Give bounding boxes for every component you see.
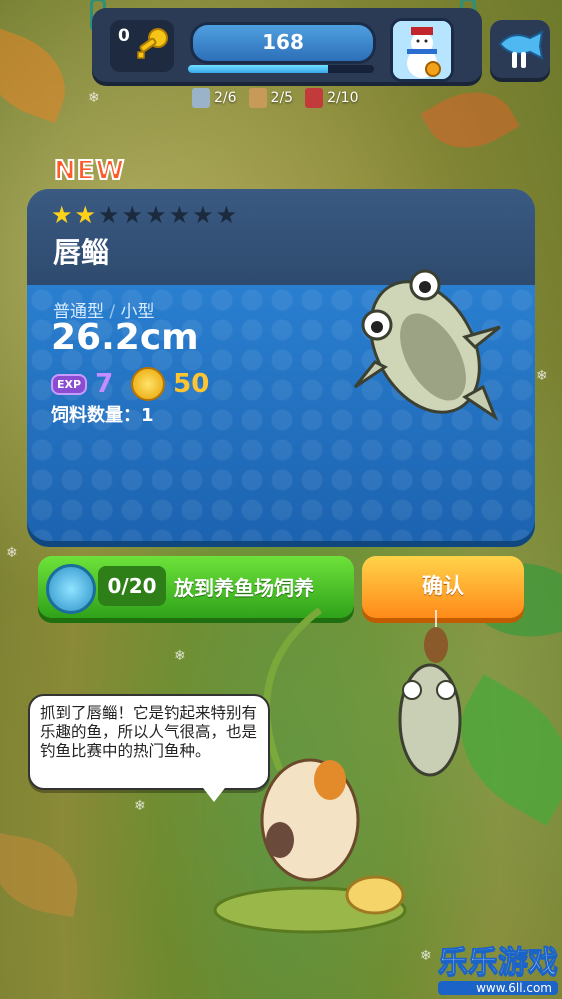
bait-bowl-icon (345, 875, 405, 915)
book-icon (305, 88, 324, 108)
scroll-icon (192, 88, 210, 108)
key-count: 0 (118, 26, 130, 46)
snowflake-icon: ❄ (134, 798, 146, 814)
watermark: 乐乐游戏 www.6ll.com (438, 937, 559, 995)
main-value-bar: 168 (190, 22, 376, 64)
speech-text: 抓到了唇鲻！它是钓起来特别有乐趣的鱼，所以人气很高，也是钓鱼比赛中的热门鱼种。 (40, 704, 258, 760)
map-icon (248, 88, 267, 108)
star-empty-icon: ★ (192, 201, 214, 229)
reward-row: EXP 7 50 (51, 367, 209, 401)
quest-map[interactable]: 2/5 (248, 88, 294, 108)
rarity-stars: ★ ★ ★ ★ ★ ★ ★ ★ (51, 203, 237, 227)
star-empty-icon: ★ (121, 201, 144, 229)
star-empty-icon: ★ (168, 201, 191, 229)
quest-counters: 2/6 2/5 2/10 (192, 88, 359, 108)
quest-value: 2/5 (270, 90, 294, 106)
feed-count: 饲料数量：1 (51, 405, 154, 426)
fishing-rod-icon (263, 607, 323, 772)
star-empty-icon: ★ (145, 201, 167, 229)
coin-icon (131, 367, 166, 401)
level-progress-fill (188, 65, 328, 73)
key-counter[interactable]: 0 (110, 20, 174, 72)
fish-pause-icon (498, 30, 544, 68)
golden-key-icon (137, 28, 168, 59)
star-empty-icon: ★ (215, 201, 238, 229)
mullet-fish-illustration (353, 269, 501, 421)
snowflake-icon: ❄ (420, 948, 432, 964)
quest-value: 2/10 (327, 90, 359, 106)
speech-bubble-tail (200, 784, 228, 802)
watermark-url: www.6ll.com (438, 981, 558, 995)
star-empty-icon: ★ (98, 201, 120, 229)
player-avatar[interactable] (390, 18, 454, 82)
exp-icon: EXP (51, 373, 88, 395)
star-filled-icon: ★ (74, 201, 97, 229)
snowflake-icon: ❄ (536, 368, 548, 384)
top-hud: 0 168 (92, 8, 482, 82)
pause-button[interactable] (490, 20, 550, 78)
snowman-icon (393, 21, 451, 79)
quest-value: 2/6 (214, 90, 237, 106)
snowflake-icon: ❄ (88, 90, 100, 106)
snowflake-icon: ❄ (174, 648, 186, 664)
farm-capacity: 0/20 (98, 566, 166, 606)
fish-length: 26.2cm (51, 317, 199, 358)
exp-value: 7 (95, 369, 114, 399)
watermark-title: 乐乐游戏 (438, 945, 559, 981)
fish-name: 唇鲻 (53, 236, 110, 269)
quest-scroll[interactable]: 2/6 (192, 88, 237, 108)
quest-book[interactable]: 2/10 (305, 88, 359, 108)
level-progress-bar (188, 65, 374, 73)
main-value: 168 (262, 30, 304, 54)
new-badge: NEW (53, 155, 126, 187)
snowflake-icon: ❄ (6, 545, 18, 561)
star-filled-icon: ★ (51, 201, 73, 229)
coin-value: 50 (173, 369, 210, 399)
fish-tank-icon (46, 564, 96, 614)
catch-result-card: ★ ★ ★ ★ ★ ★ ★ ★ 唇鲻 普通型 / 小型 26.2cm EXP 7 50 饲料数… (27, 189, 535, 541)
speech-bubble: 抓到了唇鲻！它是钓起来特别有乐趣的鱼，所以人气很高，也是钓鱼比赛中的热门鱼种。 (28, 694, 270, 790)
